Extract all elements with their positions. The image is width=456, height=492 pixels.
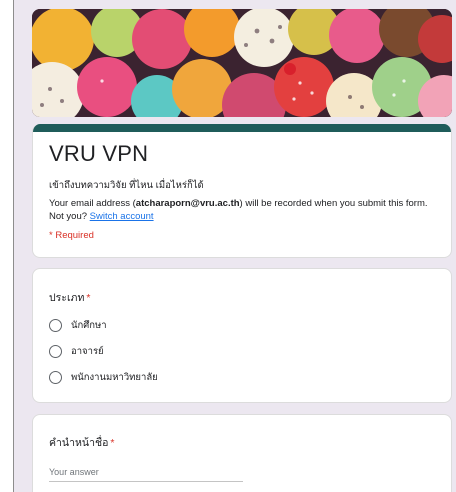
question-card-type: ประเภท * นักศึกษา อาจารย์ พนักงานมหาวิทยา… xyxy=(32,268,452,403)
question-title-text: ประเภท xyxy=(49,292,85,304)
radio-circle-icon[interactable] xyxy=(49,370,62,384)
required-asterisk: * xyxy=(110,437,115,449)
switch-account-link[interactable]: Switch account xyxy=(90,211,154,222)
radio-circle-icon[interactable] xyxy=(49,344,62,358)
form-viewport: VRU VPN เข้าถึงบทความวิจัย ที่ไหน เมื่อไ… xyxy=(13,0,456,492)
answer-input[interactable] xyxy=(49,467,243,482)
form-title: VRU VPN xyxy=(49,141,149,166)
email-notice: Your email address (atcharaporn@vru.ac.t… xyxy=(49,197,439,223)
option-label: นักศึกษา xyxy=(71,319,107,331)
email-address: atcharaporn@vru.ac.th xyxy=(135,198,240,209)
option-label: อาจารย์ xyxy=(71,345,104,357)
question-card-prefix: คำนำหน้าชื่อ * xyxy=(32,414,452,492)
ice-cream-illustration-icon xyxy=(32,9,452,117)
theme-color-bar xyxy=(33,124,451,132)
option-label: พนักงานมหาวิทยาลัย xyxy=(71,371,158,383)
form-description: เข้าถึงบทความวิจัย ที่ไหน เมื่อไหร่ก็ได้ xyxy=(49,180,204,191)
email-notice-prefix: Your email address ( xyxy=(49,198,136,209)
header-banner-image xyxy=(32,9,452,117)
question-title: คำนำหน้าชื่อ * xyxy=(49,434,115,451)
question-title-text: คำนำหน้าชื่อ xyxy=(49,437,109,449)
required-asterisk: * xyxy=(86,292,91,304)
email-notice-suffix: ) will be recorded when you submit this … xyxy=(239,198,428,209)
radio-option-student[interactable]: นักศึกษา xyxy=(49,317,107,333)
question-title: ประเภท * xyxy=(49,289,90,306)
radio-option-lecturer[interactable]: อาจารย์ xyxy=(49,343,104,359)
form-header-card: VRU VPN เข้าถึงบทความวิจัย ที่ไหน เมื่อไ… xyxy=(32,124,452,258)
radio-option-staff[interactable]: พนักงานมหาวิทยาลัย xyxy=(49,369,158,385)
not-you-text: Not you? xyxy=(49,211,88,222)
required-note: * Required xyxy=(49,230,94,241)
radio-circle-icon[interactable] xyxy=(49,318,62,332)
